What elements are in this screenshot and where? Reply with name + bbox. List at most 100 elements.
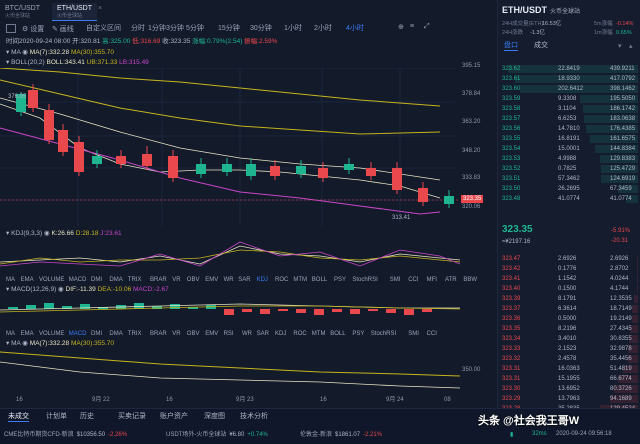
- order-book-row[interactable]: 323.58 3.1104 186.1742: [498, 104, 638, 114]
- indicator-tab-obv[interactable]: OBV: [187, 276, 200, 284]
- collapse-icon[interactable]: ▴: [629, 42, 633, 50]
- order-book-row[interactable]: 323.42 0.1776 2.8702: [498, 264, 638, 274]
- order-book-row[interactable]: 323.62 22.8419 439.9211: [498, 64, 638, 74]
- indicator-tab-vr[interactable]: VR: [172, 330, 180, 338]
- indicator-tab-smi[interactable]: SMI: [390, 276, 401, 284]
- indicator-tab-psy[interactable]: PSY: [352, 330, 364, 338]
- order-book-row[interactable]: 323.53 4.9988 129.8383: [498, 154, 638, 164]
- timeframe-3[interactable]: 5分钟: [186, 24, 204, 33]
- eye-icon[interactable]: ◉: [22, 340, 28, 347]
- indicator-tab-volume[interactable]: VOLUME: [39, 330, 64, 338]
- tab-btc-usdt[interactable]: BTC/USDT 火币全球站: [0, 3, 45, 21]
- order-book-row[interactable]: 323.54 15.0001 144.8384: [498, 144, 638, 154]
- chevron-down-icon[interactable]: ▾: [6, 286, 9, 293]
- timeframe-5[interactable]: 30分钟: [250, 24, 272, 33]
- indicator-tab-mfi[interactable]: MFI: [427, 276, 437, 284]
- order-book-row[interactable]: 323.60 202.6412 398.1462: [498, 84, 638, 94]
- order-book-row[interactable]: 323.59 9.3308 195.5050: [498, 94, 638, 104]
- indicator-tab-mtm[interactable]: MTM: [293, 276, 307, 284]
- indicator-tab-bbw[interactable]: BBW: [463, 276, 477, 284]
- order-book-row[interactable]: 323.35 8.2196 27.4345: [498, 324, 638, 334]
- bottom-tab-1[interactable]: 计划单: [46, 412, 67, 421]
- bottom-tab-0[interactable]: 未成交: [8, 412, 29, 422]
- order-book-row[interactable]: 323.55 16.8191 161.6575: [498, 134, 638, 144]
- indicator-tab-roc[interactable]: ROC: [293, 330, 306, 338]
- tab-trades[interactable]: 成交: [534, 42, 548, 50]
- indicator-tab-rsi[interactable]: RSI: [224, 330, 234, 338]
- timeframe-1[interactable]: 1分钟: [148, 24, 166, 33]
- indicator-tab-dma[interactable]: DMA: [109, 330, 122, 338]
- indicator-tab-macd[interactable]: MACD: [69, 276, 87, 284]
- indicator-tab-ema[interactable]: EMA: [21, 330, 34, 338]
- timeframe-2[interactable]: 3分钟: [166, 24, 184, 33]
- order-book-row[interactable]: 323.47 2.6926 2.6926: [498, 254, 638, 264]
- indicator-tab-cci[interactable]: CCI: [427, 330, 437, 338]
- indicator-tab-boll[interactable]: BOLL: [330, 330, 345, 338]
- indicator-tab-stochrsi[interactable]: StochRSI: [352, 276, 377, 284]
- indicator-tab-cci[interactable]: CCI: [408, 276, 418, 284]
- toolbar-icon-1[interactable]: [6, 24, 16, 33]
- bottom-tab-4[interactable]: 账户资产: [160, 412, 188, 421]
- settings-icon[interactable]: ⚙ 设置: [22, 24, 44, 34]
- order-book-row[interactable]: 323.41 1.1542 4.0244: [498, 274, 638, 284]
- bottom-tab-6[interactable]: 技术分析: [240, 412, 268, 421]
- order-book-row[interactable]: 323.52 0.7825 125.4729: [498, 164, 638, 174]
- chevron-down-icon[interactable]: ▾: [6, 59, 9, 66]
- indicator-tab-stochrsi[interactable]: StochRSI: [371, 330, 396, 338]
- price-chart[interactable]: [0, 68, 495, 226]
- order-book-row[interactable]: 323.56 14.7810 176.4385: [498, 124, 638, 134]
- indicator-tab-wr[interactable]: WR: [224, 276, 234, 284]
- more-icon[interactable]: ⊕: [398, 23, 404, 31]
- timeframe-6[interactable]: 1小时: [284, 24, 302, 33]
- order-book-row[interactable]: 323.37 6.3614 18.7149: [498, 304, 638, 314]
- eye-icon[interactable]: ◉: [22, 49, 28, 56]
- chevron-down-icon[interactable]: ▾: [6, 340, 9, 347]
- chevron-down-icon[interactable]: ▾: [6, 230, 9, 237]
- indicator-tab-ema[interactable]: EMA: [21, 276, 34, 284]
- indicator-tab-wr[interactable]: WR: [242, 330, 252, 338]
- ticker-item[interactable]: CME比特币期货CFD-新浪 $10356.50 -2.26%: [4, 431, 127, 439]
- bottom-tab-3[interactable]: 买卖记录: [118, 412, 146, 421]
- indicator-tab-kdj[interactable]: KDJ: [257, 276, 268, 284]
- indicator-tab-vr[interactable]: VR: [172, 276, 180, 284]
- draw-icon[interactable]: ✎ 画线: [52, 24, 74, 34]
- timeframe-0[interactable]: 分时: [131, 24, 145, 33]
- indicator-tab-kdj[interactable]: KDJ: [275, 330, 286, 338]
- indicator-tab-ma[interactable]: MA: [6, 330, 15, 338]
- indicator-tab-sar[interactable]: SAR: [257, 330, 269, 338]
- indicator-tab-macd[interactable]: MACD: [69, 330, 87, 338]
- indicator-tab-emv[interactable]: EMV: [205, 276, 218, 284]
- indicator-tab-emv[interactable]: EMV: [205, 330, 218, 338]
- order-book-row[interactable]: 323.31 16.0363 51.4819: [498, 364, 638, 374]
- order-book-row[interactable]: 323.29 13.7963 94.1689: [498, 394, 638, 404]
- eye-icon[interactable]: ◉: [44, 230, 50, 237]
- order-book-row[interactable]: 323.57 6.6253 183.0638: [498, 114, 638, 124]
- indicator-tab-obv[interactable]: OBV: [187, 330, 200, 338]
- chevron-down-icon[interactable]: ▾: [6, 49, 9, 56]
- indicator-tab-trix[interactable]: TRIX: [128, 330, 142, 338]
- order-book-row[interactable]: 323.40 0.1500 4.1744: [498, 284, 638, 294]
- indicator-tab-sar[interactable]: SAR: [238, 276, 250, 284]
- indicator-tab-brar[interactable]: BRAR: [150, 276, 167, 284]
- eye-icon[interactable]: ◉: [58, 286, 64, 293]
- order-book-row[interactable]: 323.39 8.1791 12.3535: [498, 294, 638, 304]
- timeframe-8[interactable]: 4小时: [346, 24, 364, 33]
- order-book-row[interactable]: 323.51 57.3462 124.6919: [498, 174, 638, 184]
- order-book-row[interactable]: 323.36 0.5000 19.2149: [498, 314, 638, 324]
- close-icon[interactable]: ×: [98, 5, 105, 12]
- order-book-row[interactable]: 323.30 13.6952 80.3726: [498, 384, 638, 394]
- order-book-row[interactable]: 323.33 2.1523 32.9878: [498, 344, 638, 354]
- ticker-item[interactable]: 伦敦金-新浪 $1861.07 -2.21%: [300, 431, 382, 439]
- tab-eth-usdt[interactable]: ETH/USDT 火币全球站: [52, 3, 97, 21]
- indicator-tab-dmi[interactable]: DMI: [91, 276, 102, 284]
- order-book-row[interactable]: 323.31 15.1955 66.6774: [498, 374, 638, 384]
- indicator-tab-dma[interactable]: DMA: [109, 276, 122, 284]
- indicator-tab-ma[interactable]: MA: [6, 276, 15, 284]
- order-book-row[interactable]: 323.32 2.4578 35.4456: [498, 354, 638, 364]
- order-book-row[interactable]: 323.50 26.2695 67.3459: [498, 184, 638, 194]
- indicator-tab-dmi[interactable]: DMI: [91, 330, 102, 338]
- indicator-tab-psy[interactable]: PSY: [334, 276, 346, 284]
- indicator-tab-roc[interactable]: ROC: [275, 276, 288, 284]
- indicator-tab-trix[interactable]: TRIX: [128, 276, 142, 284]
- custom-range-select[interactable]: 自定义区间: [86, 24, 121, 33]
